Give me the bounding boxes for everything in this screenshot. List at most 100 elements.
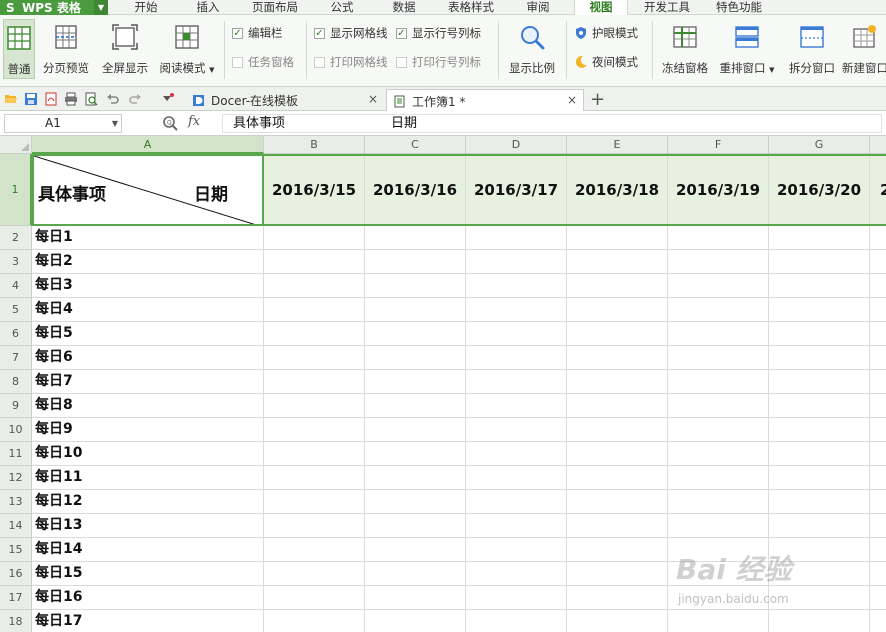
data-cell[interactable]	[466, 322, 567, 346]
data-cell[interactable]	[365, 226, 466, 250]
data-cell[interactable]	[365, 586, 466, 610]
data-cell[interactable]	[466, 466, 567, 490]
data-cell[interactable]	[769, 442, 870, 466]
data-cell[interactable]	[466, 274, 567, 298]
data-cell[interactable]	[365, 538, 466, 562]
tab-developer[interactable]: 开发工具	[636, 0, 698, 15]
new-tab-plus-icon[interactable]: +	[590, 89, 605, 110]
save-icon[interactable]	[24, 92, 38, 106]
data-cell[interactable]	[365, 562, 466, 586]
show-gridlines-checkbox[interactable]: ✓ 显示网格线	[314, 25, 388, 41]
edit-bar-checkbox[interactable]: ✓ 编辑栏	[232, 25, 283, 41]
data-cell[interactable]	[365, 394, 466, 418]
item-cell[interactable]: 每日15	[32, 562, 264, 586]
row-header-11[interactable]: 11	[0, 442, 32, 466]
data-cell[interactable]	[264, 250, 365, 274]
item-cell[interactable]: 每日10	[32, 442, 264, 466]
data-cell[interactable]	[668, 442, 769, 466]
row-header-6[interactable]: 6	[0, 322, 32, 346]
item-cell[interactable]: 每日17	[32, 610, 264, 632]
data-cell[interactable]	[567, 418, 668, 442]
close-icon[interactable]: ×	[567, 93, 577, 107]
data-cell[interactable]	[567, 346, 668, 370]
item-cell[interactable]: 每日4	[32, 298, 264, 322]
fullscreen-button[interactable]: 全屏显示	[98, 19, 152, 79]
tab-insert[interactable]: 插入	[184, 0, 232, 15]
data-cell[interactable]	[365, 418, 466, 442]
name-box[interactable]: A1 ▼	[4, 114, 122, 133]
data-cell[interactable]	[668, 466, 769, 490]
data-cell[interactable]	[466, 562, 567, 586]
item-cell[interactable]: 每日12	[32, 490, 264, 514]
data-cell[interactable]	[769, 418, 870, 442]
data-cell[interactable]	[668, 418, 769, 442]
data-cell[interactable]	[365, 466, 466, 490]
freeze-panes-button[interactable]: 冻结窗格	[658, 19, 712, 79]
data-cell[interactable]	[264, 538, 365, 562]
data-cell[interactable]	[567, 442, 668, 466]
data-cell[interactable]	[769, 298, 870, 322]
data-cell[interactable]	[466, 490, 567, 514]
data-cell[interactable]	[365, 250, 466, 274]
data-cell[interactable]	[466, 250, 567, 274]
data-cell[interactable]	[870, 370, 886, 394]
chevron-down-icon[interactable]: ▼	[94, 0, 108, 15]
item-cell[interactable]: 每日6	[32, 346, 264, 370]
page-break-preview-button[interactable]: 分页预览	[38, 19, 94, 79]
data-cell[interactable]	[365, 322, 466, 346]
data-cell[interactable]	[567, 322, 668, 346]
row-header-10[interactable]: 10	[0, 418, 32, 442]
customize-toolbar-icon[interactable]	[160, 92, 174, 106]
column-header-partial[interactable]	[870, 136, 886, 154]
data-cell[interactable]	[567, 274, 668, 298]
column-header-f[interactable]: F	[668, 136, 769, 154]
data-cell[interactable]	[264, 274, 365, 298]
rearrange-windows-button[interactable]: 重排窗口 ▼	[716, 19, 778, 79]
data-cell[interactable]	[870, 466, 886, 490]
data-cell[interactable]	[567, 562, 668, 586]
print-gridlines-checkbox[interactable]: 打印网格线	[314, 54, 388, 70]
column-header-c[interactable]: C	[365, 136, 466, 154]
data-cell[interactable]	[567, 466, 668, 490]
data-cell[interactable]	[769, 346, 870, 370]
item-cell[interactable]: 每日13	[32, 514, 264, 538]
data-cell[interactable]	[264, 322, 365, 346]
tab-docer-templates[interactable]: Docer-在线模板 ×	[186, 89, 384, 111]
tab-workbook[interactable]: 工作簿1 * ×	[386, 89, 584, 112]
data-cell[interactable]	[870, 226, 886, 250]
tab-formulas[interactable]: 公式	[318, 0, 366, 15]
row-header-14[interactable]: 14	[0, 514, 32, 538]
item-cell[interactable]: 每日8	[32, 394, 264, 418]
data-cell[interactable]	[466, 538, 567, 562]
column-header-a[interactable]: A	[32, 136, 264, 154]
data-cell[interactable]	[870, 322, 886, 346]
new-window-button[interactable]: 新建窗口	[842, 19, 886, 79]
data-cell[interactable]	[668, 250, 769, 274]
data-cell[interactable]	[365, 346, 466, 370]
row-header-7[interactable]: 7	[0, 346, 32, 370]
tab-data[interactable]: 数据	[380, 0, 428, 15]
data-cell[interactable]	[870, 274, 886, 298]
data-cell[interactable]	[567, 538, 668, 562]
date-header-cell[interactable]: 2016/3/20	[769, 154, 870, 226]
item-cell[interactable]: 每日2	[32, 250, 264, 274]
data-cell[interactable]	[870, 490, 886, 514]
row-header-16[interactable]: 16	[0, 562, 32, 586]
data-cell[interactable]	[264, 370, 365, 394]
formula-input[interactable]: 具体事项 日期	[222, 114, 882, 133]
row-header-8[interactable]: 8	[0, 370, 32, 394]
export-pdf-icon[interactable]	[44, 92, 58, 106]
tab-special-features[interactable]: 特色功能	[708, 0, 770, 15]
item-cell[interactable]: 每日5	[32, 322, 264, 346]
tab-review[interactable]: 审阅	[514, 0, 562, 15]
date-header-cell[interactable]: 2	[870, 154, 886, 226]
data-cell[interactable]	[668, 274, 769, 298]
column-header-d[interactable]: D	[466, 136, 567, 154]
data-cell[interactable]	[668, 322, 769, 346]
row-header-9[interactable]: 9	[0, 394, 32, 418]
data-cell[interactable]	[668, 490, 769, 514]
data-cell[interactable]	[466, 442, 567, 466]
data-cell[interactable]	[769, 394, 870, 418]
data-cell[interactable]	[466, 586, 567, 610]
item-cell[interactable]: 每日11	[32, 466, 264, 490]
